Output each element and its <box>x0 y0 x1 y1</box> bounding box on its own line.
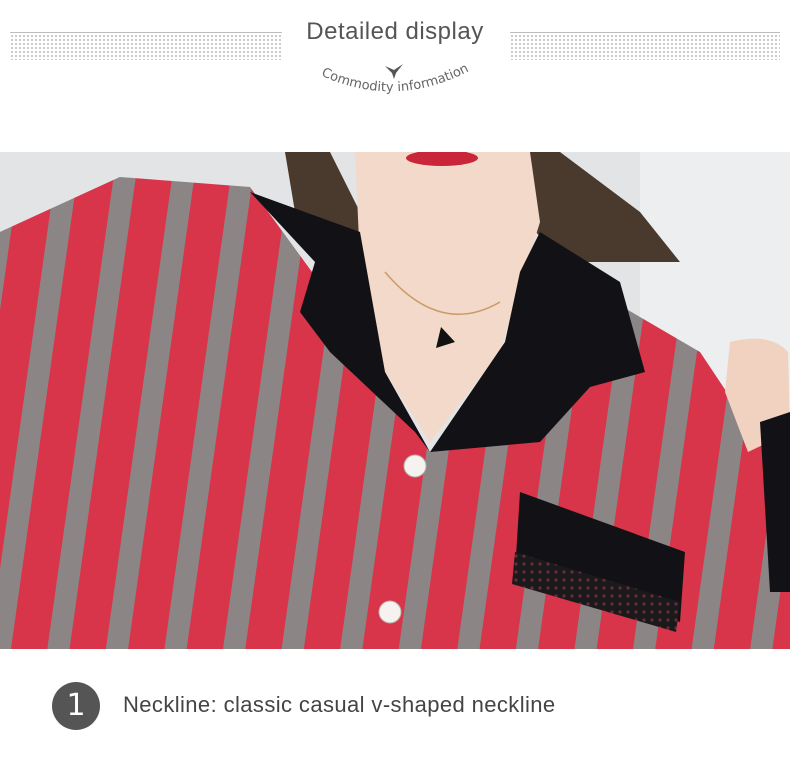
section-title: Detailed display <box>306 18 484 45</box>
bird-icon <box>385 64 403 79</box>
feature-caption: 1 Neckline: classic casual v-shaped neck… <box>0 670 790 742</box>
feature-description: Neckline: classic casual v-shaped neckli… <box>123 692 556 717</box>
feature-number-badge: 1 <box>52 682 100 730</box>
product-photo <box>0 152 790 649</box>
curved-subtitle: Commodity information <box>319 61 471 95</box>
section-header: Detailed display Commodity information <box>0 0 790 150</box>
